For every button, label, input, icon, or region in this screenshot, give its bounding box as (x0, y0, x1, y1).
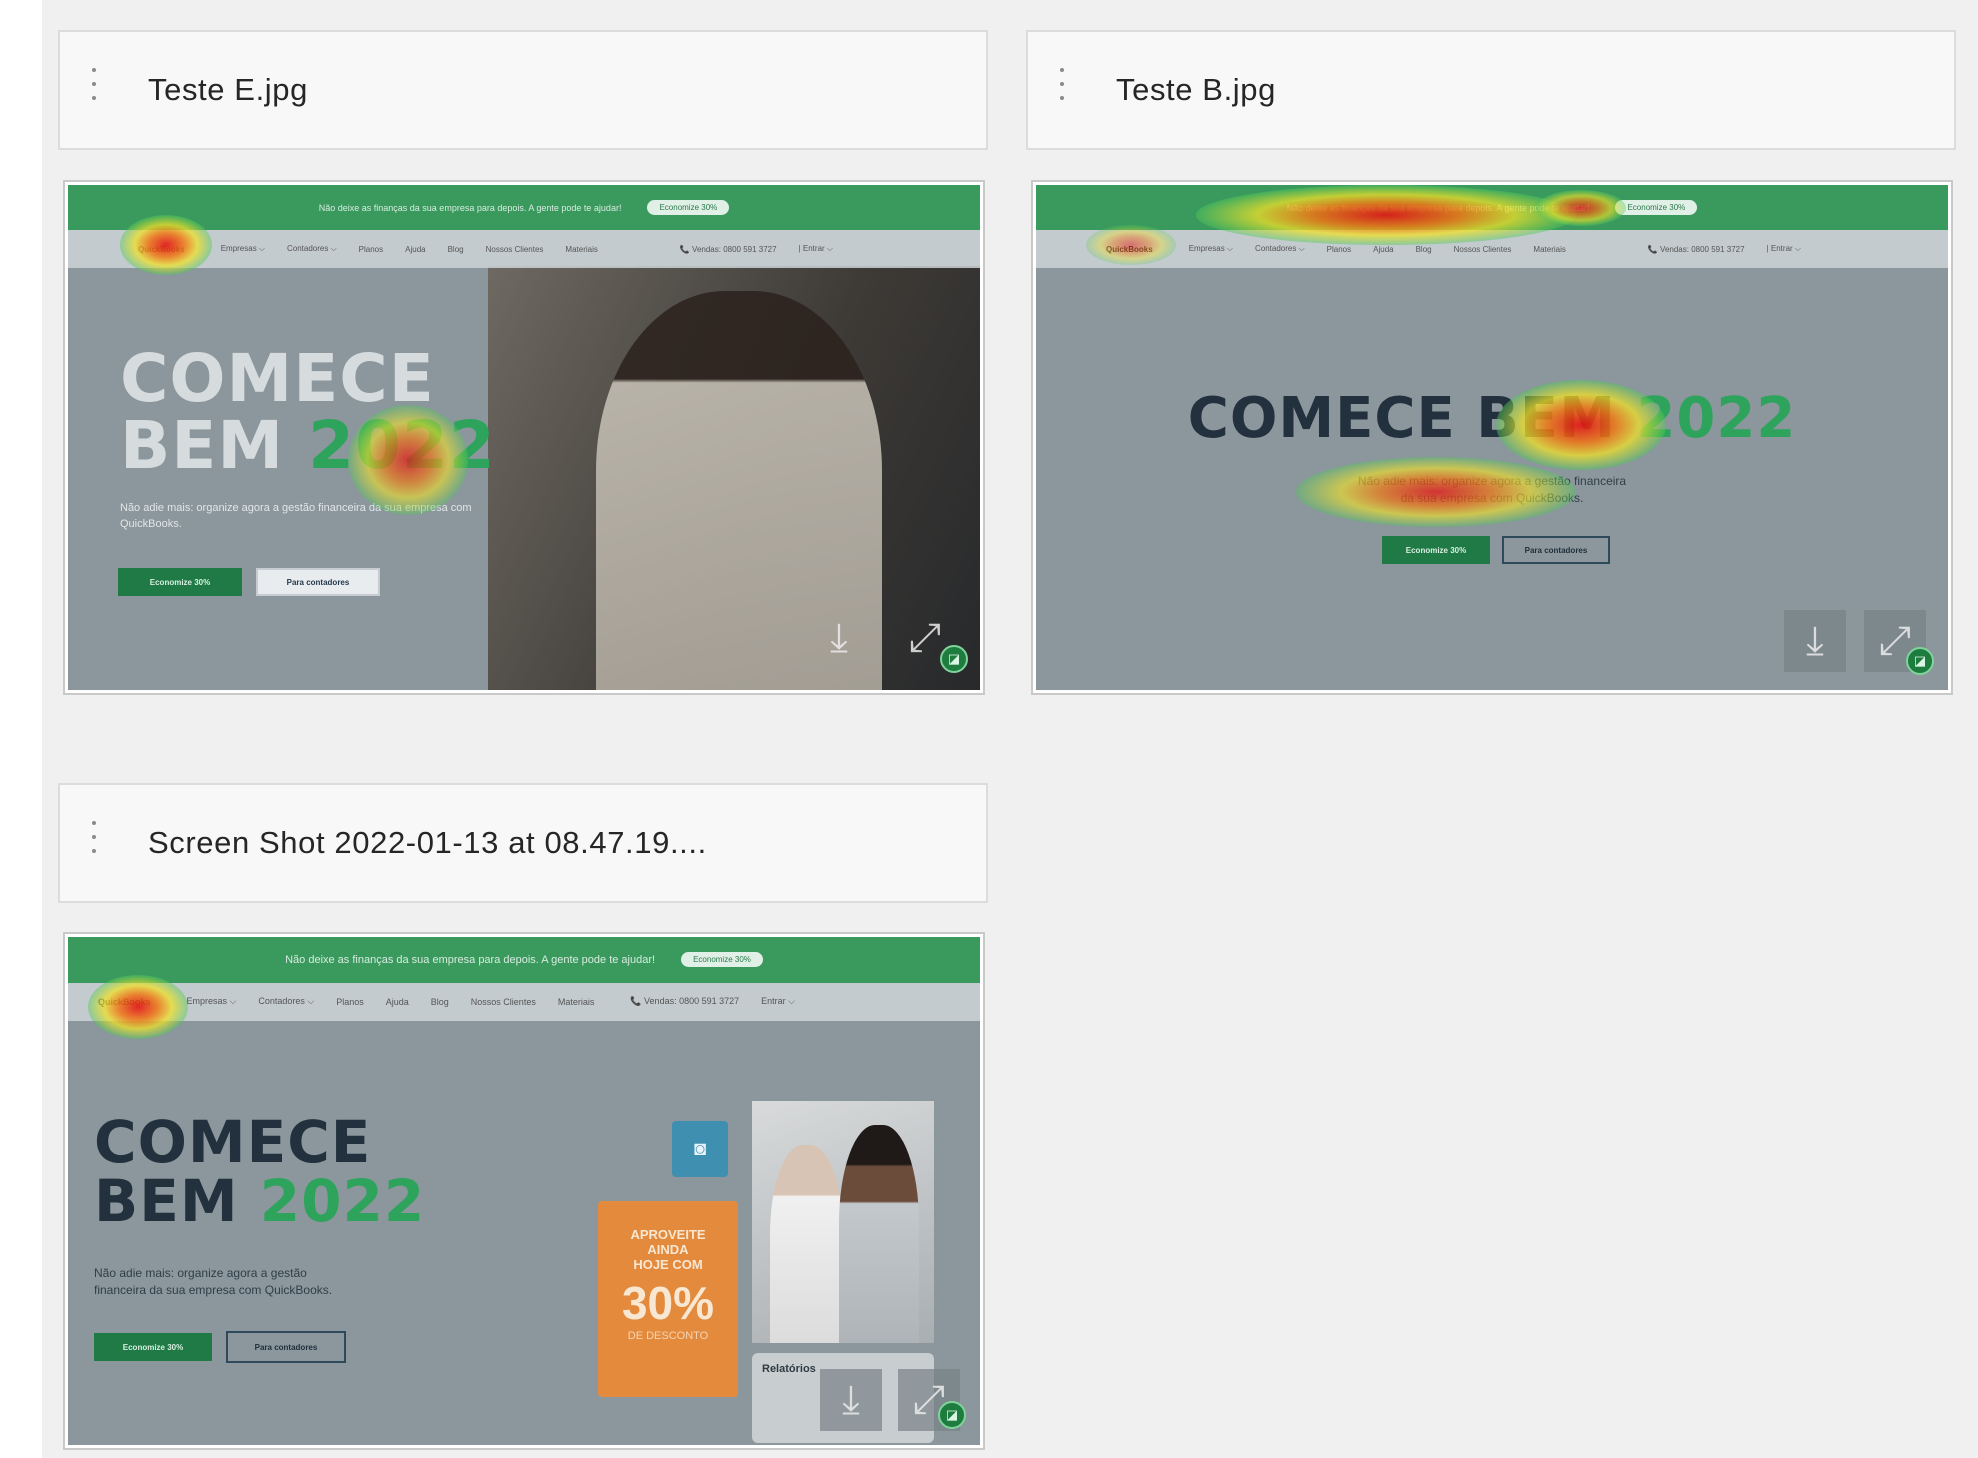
nav-login: | Entrar ⌵ (1766, 244, 1801, 254)
promo-line2: AINDA (647, 1242, 689, 1257)
site-nav: QuickBooks Empresas ⌵ Contadores ⌵ Plano… (68, 230, 980, 269)
headline: COMECE BEM 2022 (1036, 390, 1948, 447)
nav-item: Nossos Clientes (1453, 244, 1512, 254)
card-menu-icon[interactable] (86, 68, 102, 112)
headline-line2: BEM (120, 407, 285, 485)
promo-card: APROVEITE AINDA HOJE COM 30% DE DESCONTO (598, 1201, 738, 1397)
btn-economize: Economize 30% (1382, 536, 1490, 564)
card-menu-icon[interactable] (86, 821, 102, 865)
nav-item: Ajuda (405, 244, 426, 254)
nav-logo: QuickBooks (98, 996, 151, 1007)
nav-item: Empresas ⌵ (220, 244, 265, 254)
site-nav: QuickBooks Empresas ⌵ Contadores ⌵ Plano… (1036, 230, 1948, 269)
nav-logo: QuickBooks (1106, 244, 1153, 254)
nav-item: Nossos Clientes (470, 996, 536, 1007)
btn-contadores: Para contadores (226, 1331, 346, 1363)
subtext: Não adie mais: organize agora a gestão f… (1036, 473, 1948, 508)
card-menu-icon[interactable] (1054, 68, 1070, 112)
heatmap-image: Não deixe as finanças da sua empresa par… (1036, 185, 1948, 690)
nav-logo: QuickBooks (138, 244, 185, 254)
card-header-teste-b: Teste B.jpg (1026, 30, 1956, 150)
headline-year: 2022 (1636, 386, 1797, 451)
nav-login: | Entrar ⌵ (798, 244, 833, 254)
headline: COMECE BEM 2022 (120, 345, 496, 480)
nav-item: Blog (430, 996, 449, 1007)
nav-item: Empresas ⌵ (1188, 244, 1233, 254)
subtext-line2: da sua empresa com QuickBooks. (1400, 491, 1584, 506)
nav-item: Materiais (1533, 244, 1566, 254)
heatmap-thumbnail-teste-e[interactable]: Não deixe as finanças da sua empresa par… (63, 180, 985, 695)
subtext: Não adie mais: organize agora a gestão f… (94, 1265, 332, 1300)
nav-item: Contadores ⌵ (258, 996, 315, 1007)
nav-item: Ajuda (385, 996, 409, 1007)
promo-line1: APROVEITE (630, 1227, 706, 1242)
nav-login: Entrar ⌵ (761, 996, 795, 1007)
banner-pill: Economize 30% (1615, 200, 1698, 216)
headline-year: 2022 (308, 407, 496, 485)
site-nav: QuickBooks Empresas ⌵ Contadores ⌵ Plano… (68, 982, 980, 1021)
nav-item: Planos (1326, 244, 1352, 254)
nav-phone: 📞 Vendas: 0800 591 3727 (1647, 244, 1745, 254)
headline-line1: COMECE (94, 1108, 372, 1176)
promo-line3: HOJE COM (633, 1257, 703, 1272)
download-icon[interactable]: ⤓ (814, 613, 864, 663)
card-header-teste-e: Teste E.jpg (58, 30, 988, 150)
heatmap-thumbnail-teste-b[interactable]: Não deixe as finanças da sua empresa par… (1031, 180, 1953, 695)
btn-contadores: Para contadores (256, 568, 380, 596)
btn-economize: Economize 30% (118, 568, 242, 596)
nav-phone: 📞 Vendas: 0800 591 3727 (630, 996, 740, 1007)
nav-item: Contadores ⌵ (1255, 244, 1305, 254)
heatmap-gallery: Teste E.jpg Não deixe as finanças da sua… (42, 0, 1978, 1458)
btn-contadores: Para contadores (1502, 536, 1610, 564)
eye-tracking-badge-icon: ◪ (940, 645, 968, 673)
photo-couple (752, 1101, 934, 1343)
promo-value: 30% (621, 1277, 715, 1329)
subtext: Não adie mais: organize agora a gestão f… (120, 502, 472, 530)
site-banner: Não deixe as finanças da sua empresa par… (68, 185, 980, 231)
camera-icon: ◙ (672, 1121, 728, 1177)
subtext-line2: financeira da sua empresa com QuickBooks… (94, 1283, 333, 1298)
card-title: Teste E.jpg (148, 72, 308, 107)
eye-tracking-badge-icon: ◪ (1906, 647, 1934, 675)
nav-item: Ajuda (1373, 244, 1394, 254)
headline: COMECE BEM 2022 (94, 1108, 425, 1231)
promo-footer: DE DESCONTO (627, 1330, 709, 1342)
nav-item: Materiais (565, 244, 598, 254)
heatmap-image: Não deixe as finanças da sua empresa par… (68, 937, 980, 1445)
subtext-line1: Não adie mais: organize agora a gestão (94, 1266, 307, 1280)
banner-text: Não deixe as finanças da sua empresa par… (318, 202, 622, 213)
banner-text: Não deixe as finanças da sua empresa par… (285, 953, 656, 966)
nav-item: Nossos Clientes (485, 244, 544, 254)
nav-item: Blog (1415, 244, 1432, 254)
nav-item: Contadores ⌵ (287, 244, 337, 254)
btn-economize: Economize 30% (94, 1333, 212, 1361)
site-banner: Não deixe as finanças da sua empresa par… (68, 937, 980, 983)
nav-item: Blog (447, 244, 464, 254)
card-title: Teste B.jpg (1116, 72, 1276, 107)
site-banner: Não deixe as finanças da sua empresa par… (1036, 185, 1948, 231)
heatmap-thumbnail-screenshot[interactable]: Não deixe as finanças da sua empresa par… (63, 932, 985, 1450)
subtext-line1: Não adie mais: organize agora a gestão f… (1357, 474, 1627, 488)
nav-item: Planos (358, 244, 384, 254)
card-header-screenshot: Screen Shot 2022-01-13 at 08.47.19.... (58, 783, 988, 903)
headline-text: COMECE BEM (1187, 386, 1616, 451)
eye-tracking-badge-icon: ◪ (938, 1401, 966, 1429)
banner-pill: Economize 30% (681, 952, 763, 968)
card-title: Screen Shot 2022-01-13 at 08.47.19.... (148, 825, 707, 860)
nav-phone: 📞 Vendas: 0800 591 3727 (679, 244, 777, 254)
banner-pill: Economize 30% (647, 200, 730, 216)
nav-item: Materiais (557, 996, 595, 1007)
nav-item: Planos (336, 996, 364, 1007)
heatmap-image: Não deixe as finanças da sua empresa par… (68, 185, 980, 690)
nav-item: Empresas ⌵ (186, 996, 237, 1007)
headline-year: 2022 (259, 1167, 426, 1236)
headline-line1: COMECE (120, 340, 435, 417)
download-icon[interactable]: ⤓ (1784, 610, 1846, 672)
download-icon[interactable]: ⤓ (820, 1369, 882, 1431)
headline-line2: BEM (94, 1167, 239, 1236)
banner-text: Não deixe as finanças da sua empresa par… (1286, 202, 1590, 213)
report-title: Relatórios (762, 1363, 816, 1375)
